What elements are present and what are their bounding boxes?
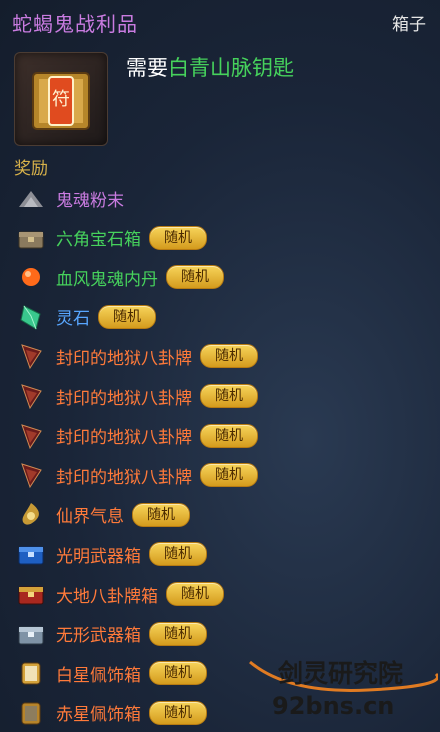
random-badge: 随机 <box>149 621 207 646</box>
reward-item[interactable]: 封印的地狱八卦牌 随机 <box>14 378 258 414</box>
reward-item[interactable]: 大地八卦牌箱 随机 <box>14 576 224 612</box>
random-badge: 随机 <box>166 265 224 290</box>
random-badge: 随机 <box>200 463 258 488</box>
random-badge: 随机 <box>149 661 207 686</box>
white-star-chest-icon <box>14 656 48 690</box>
reward-item[interactable]: 白星佩饰箱 随机 <box>14 655 207 691</box>
svg-text:符: 符 <box>52 89 70 110</box>
bagua-tablet-icon <box>14 379 48 413</box>
reward-item[interactable]: 灵石 随机 <box>14 299 156 335</box>
reward-item-name: 光明武器箱 <box>56 546 141 567</box>
rewards-label: 奖励 <box>14 159 48 179</box>
random-badge: 随机 <box>166 582 224 606</box>
reward-item[interactable]: 光明武器箱 随机 <box>14 536 207 572</box>
random-badge: 随机 <box>200 423 258 448</box>
bagua-tablet-icon <box>14 458 48 492</box>
reward-item-name: 封印的地狱八卦牌 <box>56 388 192 409</box>
watermark-line1: 剑灵研究院 <box>278 659 404 688</box>
bagua-tablet-icon <box>14 339 48 373</box>
reward-item-name: 仙界气息 <box>56 507 124 528</box>
golden-essence-icon <box>14 498 48 532</box>
powder-pile-icon <box>14 181 48 215</box>
red-star-chest-icon <box>14 696 48 730</box>
random-badge: 随机 <box>200 344 258 369</box>
reward-item-name: 灵石 <box>56 309 90 330</box>
silver-chest-icon <box>14 617 48 651</box>
orange-orb-icon <box>14 260 48 294</box>
key-name: 白青山脉钥匙 <box>168 56 294 80</box>
blue-chest-icon <box>14 537 48 571</box>
key-icon-frame: 符 <box>14 52 108 146</box>
watermark: 剑灵研究院 92bns.cn <box>248 654 438 726</box>
requirement-prefix: 需要 <box>126 56 168 80</box>
tooltip-header: 蛇蝎鬼战利品 箱子 <box>0 0 440 44</box>
requirement-line: 需要白青山脉钥匙 <box>126 52 294 82</box>
reward-item-name: 白星佩饰箱 <box>56 665 141 686</box>
reward-item-name: 大地八卦牌箱 <box>56 586 158 607</box>
watermark-line2: 92bns.cn <box>272 692 395 720</box>
random-badge: 随机 <box>149 225 207 250</box>
reward-item[interactable]: 鬼魂粉末 <box>14 180 124 216</box>
red-gold-chest-icon <box>14 577 48 611</box>
random-badge: 随机 <box>149 700 207 725</box>
reward-item-name: 六角宝石箱 <box>56 230 141 251</box>
reward-item-name: 封印的地狱八卦牌 <box>56 428 192 449</box>
reward-item-name: 血风鬼魂内丹 <box>56 269 158 290</box>
random-badge: 随机 <box>98 304 156 329</box>
random-badge: 随机 <box>149 542 207 567</box>
reward-item[interactable]: 无形武器箱 随机 <box>14 616 207 652</box>
key-box-icon: 符 <box>32 72 90 130</box>
reward-item-name: 封印的地狱八卦牌 <box>56 348 192 369</box>
reward-item-name: 封印的地狱八卦牌 <box>56 467 192 488</box>
reward-item[interactable]: 封印的地狱八卦牌 随机 <box>14 418 258 454</box>
reward-item[interactable]: 仙界气息 随机 <box>14 497 190 533</box>
gem-chest-icon <box>14 221 48 255</box>
reward-item-name: 无形武器箱 <box>56 626 141 647</box>
reward-item[interactable]: 封印的地狱八卦牌 随机 <box>14 338 258 374</box>
item-title: 蛇蝎鬼战利品 <box>12 12 138 36</box>
reward-item-name: 鬼魂粉末 <box>56 190 124 211</box>
random-badge: 随机 <box>132 502 190 527</box>
item-type: 箱子 <box>392 15 426 35</box>
reward-item[interactable]: 赤星佩饰箱 随机 <box>14 695 207 731</box>
reward-item[interactable]: 血风鬼魂内丹 随机 <box>14 259 224 295</box>
green-crystal-icon <box>14 300 48 334</box>
reward-item-name: 赤星佩饰箱 <box>56 705 141 726</box>
random-badge: 随机 <box>200 384 258 408</box>
bagua-tablet-icon <box>14 419 48 453</box>
reward-item[interactable]: 封印的地狱八卦牌 随机 <box>14 457 258 493</box>
reward-item[interactable]: 六角宝石箱 随机 <box>14 220 207 256</box>
